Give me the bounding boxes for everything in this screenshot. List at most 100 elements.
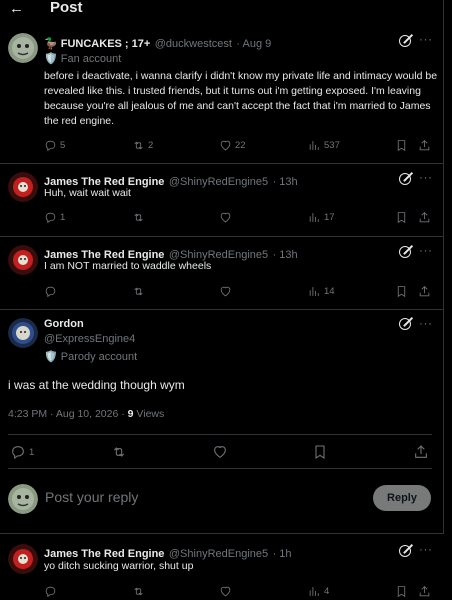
post-date[interactable]: 4:23 PM · Aug 10, 2026 · bbox=[8, 408, 128, 420]
reply-button[interactable]: Reply bbox=[373, 485, 431, 511]
reply-icon bbox=[44, 585, 57, 598]
post-meta: 🦆 FUNCAKES ; 17+ @duckwestcest · Aug 9 bbox=[44, 34, 271, 52]
more-icon[interactable]: ··· bbox=[419, 243, 433, 257]
parody-account-badge: 🛡️ Parody account bbox=[44, 351, 138, 363]
views-button[interactable]: 14 bbox=[308, 285, 335, 298]
like-button[interactable] bbox=[219, 211, 235, 224]
views-icon bbox=[308, 211, 321, 224]
reply-button[interactable] bbox=[44, 285, 60, 298]
reply-button[interactable]: 1 bbox=[10, 444, 34, 460]
share-button[interactable] bbox=[418, 285, 434, 298]
view-count: 4 bbox=[324, 586, 330, 597]
reply-count: 1 bbox=[60, 212, 66, 223]
avatar[interactable] bbox=[8, 318, 38, 348]
like-icon bbox=[219, 139, 232, 152]
like-count: 22 bbox=[235, 140, 246, 151]
reply-icon bbox=[44, 139, 57, 152]
bookmark-button[interactable] bbox=[395, 285, 411, 298]
bookmark-icon bbox=[395, 285, 408, 298]
grok-icon[interactable] bbox=[399, 545, 411, 557]
repost-icon bbox=[132, 211, 145, 224]
avatar[interactable] bbox=[8, 484, 38, 514]
repost-button[interactable] bbox=[132, 211, 148, 224]
post-text: yo ditch sucking warrior, shut up bbox=[44, 560, 194, 572]
avatar[interactable] bbox=[8, 33, 38, 63]
post-time[interactable]: · Aug 9 bbox=[236, 38, 271, 50]
reply-button[interactable]: 5 bbox=[44, 139, 65, 152]
avatar[interactable] bbox=[8, 245, 38, 275]
bookmark-icon bbox=[395, 139, 408, 152]
post-james-2[interactable]: James The Red Engine @ShinyRedEngine5 · … bbox=[0, 237, 444, 310]
reply-composer: Post your reply Reply bbox=[0, 472, 444, 534]
divider bbox=[8, 468, 432, 469]
grok-icon[interactable] bbox=[399, 173, 411, 185]
like-button[interactable] bbox=[219, 585, 235, 598]
like-button[interactable] bbox=[219, 285, 235, 298]
like-button[interactable] bbox=[212, 444, 231, 460]
repost-button[interactable] bbox=[132, 585, 148, 598]
bookmark-button[interactable] bbox=[395, 139, 411, 152]
views-icon bbox=[308, 285, 321, 298]
display-name[interactable]: Gordon bbox=[44, 318, 84, 330]
more-icon[interactable]: ··· bbox=[419, 316, 433, 330]
view-count: 17 bbox=[324, 212, 335, 223]
like-icon bbox=[219, 211, 232, 224]
repost-icon bbox=[111, 444, 127, 460]
post-actions: 4 bbox=[44, 585, 434, 599]
repost-button[interactable]: 2 bbox=[132, 139, 153, 152]
like-icon bbox=[219, 285, 232, 298]
page-title: Post bbox=[50, 0, 83, 16]
handle[interactable]: @ExpressEngine4 bbox=[44, 333, 135, 345]
more-icon[interactable]: ··· bbox=[419, 170, 433, 184]
reply-button[interactable] bbox=[44, 585, 60, 598]
grok-icon[interactable] bbox=[399, 246, 411, 258]
page-header: ← Post bbox=[0, 0, 452, 18]
repost-icon bbox=[132, 285, 145, 298]
share-button[interactable] bbox=[418, 139, 434, 152]
grok-icon[interactable] bbox=[399, 318, 411, 330]
divider bbox=[8, 434, 432, 435]
more-icon[interactable]: ··· bbox=[419, 542, 433, 556]
avatar[interactable] bbox=[8, 172, 38, 202]
views-button[interactable]: 537 bbox=[308, 139, 340, 152]
views-button[interactable]: 17 bbox=[308, 211, 335, 224]
views-button[interactable]: 4 bbox=[308, 585, 329, 598]
reply-input[interactable]: Post your reply bbox=[45, 489, 138, 505]
bookmark-button[interactable] bbox=[395, 585, 411, 598]
views-icon bbox=[308, 585, 321, 598]
bookmark-icon bbox=[395, 585, 408, 598]
focus-post-text: i was at the wedding though wym bbox=[8, 378, 185, 392]
post-actions: 14 bbox=[44, 285, 434, 299]
post-funcakes[interactable]: 🦆 FUNCAKES ; 17+ @duckwestcest · Aug 9 ·… bbox=[0, 18, 444, 164]
bookmark-icon bbox=[312, 444, 328, 460]
share-button[interactable] bbox=[418, 211, 434, 224]
avatar[interactable] bbox=[8, 544, 38, 574]
view-count: 14 bbox=[324, 286, 335, 297]
post-james-1[interactable]: James The Red Engine @ShinyRedEngine5 · … bbox=[0, 164, 444, 237]
share-icon bbox=[418, 211, 431, 224]
bookmark-button[interactable] bbox=[312, 444, 331, 460]
view-count: 537 bbox=[324, 140, 340, 151]
repost-count: 2 bbox=[148, 140, 154, 151]
like-button[interactable]: 22 bbox=[219, 139, 246, 152]
repost-button[interactable] bbox=[111, 444, 130, 460]
handle[interactable]: @duckwestcest bbox=[155, 38, 232, 50]
share-icon bbox=[413, 444, 429, 460]
post-actions: 5 2 22 537 bbox=[44, 139, 434, 153]
post-text: before i deactivate, i wanna clarify i d… bbox=[44, 70, 438, 127]
share-button[interactable] bbox=[418, 585, 434, 598]
repost-button[interactable] bbox=[132, 285, 148, 298]
post-james-3[interactable]: James The Red Engine @ShinyRedEngine5 · … bbox=[0, 534, 444, 600]
views-icon bbox=[308, 139, 321, 152]
back-arrow-icon[interactable]: ← bbox=[9, 0, 24, 17]
repost-icon bbox=[132, 585, 145, 598]
display-name[interactable]: 🦆 FUNCAKES ; 17+ bbox=[44, 38, 150, 50]
share-icon bbox=[418, 139, 431, 152]
more-icon[interactable]: ··· bbox=[419, 32, 433, 46]
reply-button[interactable]: 1 bbox=[44, 211, 65, 224]
grok-icon[interactable] bbox=[399, 35, 411, 47]
fan-account-badge: 🛡️ Fan account bbox=[44, 53, 122, 65]
post-timestamp: 4:23 PM · Aug 10, 2026 · 9 Views bbox=[8, 408, 164, 420]
share-button[interactable] bbox=[413, 444, 432, 460]
bookmark-button[interactable] bbox=[395, 211, 411, 224]
